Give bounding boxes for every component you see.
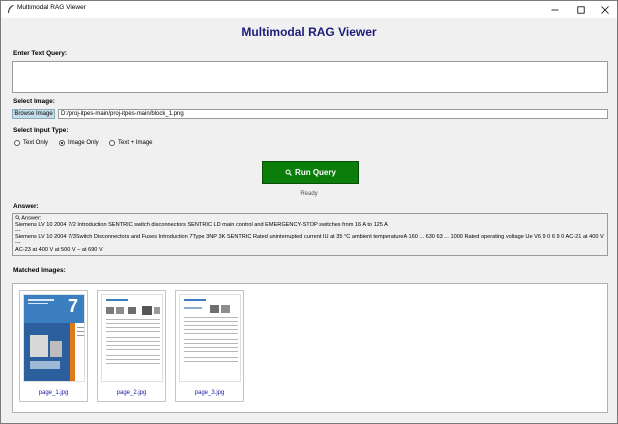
run-query-label: Run Query — [295, 168, 336, 177]
radio-circle-selected — [59, 140, 65, 146]
answer-label: Answer: — [13, 203, 39, 210]
app-window: Multimodal RAG Viewer Multimodal RAG Vie… — [0, 0, 618, 424]
feather-icon — [8, 5, 14, 13]
matched-image-2[interactable]: page_2.jpg — [97, 290, 166, 402]
image-path-input[interactable]: D:/proj-itpes-main/proj-itpes-main/block… — [58, 109, 608, 119]
radio-circle — [109, 140, 115, 146]
select-image-label: Select Image: — [13, 98, 55, 105]
page-title: Multimodal RAG Viewer — [241, 25, 377, 39]
radio-label: Text + Image — [118, 140, 153, 146]
search-icon — [285, 169, 292, 176]
page-thumbnail — [179, 294, 241, 382]
matched-images-panel: 7 page_1.jpg page_2.jpg page_3.jpg — [12, 283, 608, 413]
maximize-button[interactable] — [568, 1, 594, 18]
radio-text-image[interactable]: Text + Image — [109, 139, 153, 147]
run-query-button[interactable]: Run Query — [262, 161, 359, 184]
title-bar: Multimodal RAG Viewer — [1, 1, 617, 18]
window-title: Multimodal RAG Viewer — [17, 4, 86, 11]
page-number: 7 — [68, 296, 79, 316]
query-input[interactable] — [12, 61, 608, 93]
answer-line: Answer: — [15, 215, 605, 222]
image-caption: page_1.jpg — [38, 390, 69, 396]
answer-line: AC-23 at 400 V at 500 V – at 690 V — [15, 246, 103, 253]
radio-text-only[interactable]: Text Only — [14, 139, 48, 147]
matched-image-1[interactable]: 7 page_1.jpg — [19, 290, 88, 402]
search-icon — [15, 215, 20, 220]
image-caption: page_3.jpg — [194, 390, 225, 396]
answer-line: Siemens LV 10 2004 7/3Switch Disconnecto… — [15, 234, 604, 241]
page-thumbnail — [101, 294, 163, 382]
matched-image-3[interactable]: page_3.jpg — [175, 290, 244, 402]
radio-label: Image Only — [68, 140, 99, 146]
status-text: Ready — [300, 191, 318, 197]
minimize-icon — [551, 9, 559, 10]
browse-image-button[interactable]: Browse Image — [12, 109, 55, 119]
radio-label: Text Only — [23, 140, 49, 146]
main-content: Multimodal RAG Viewer Enter Text Query: … — [2, 18, 616, 423]
page-thumbnail: 7 — [23, 294, 85, 382]
close-button[interactable] — [592, 1, 618, 18]
input-type-label: Select Input Type: — [13, 127, 69, 134]
radio-circle — [14, 140, 20, 146]
radio-image-only[interactable]: Image Only — [59, 139, 99, 147]
minimize-button[interactable] — [542, 1, 568, 18]
query-label: Enter Text Query: — [13, 50, 68, 57]
answer-textbox[interactable]: Answer: Siemens LV 10 2004 7/2 Introduct… — [12, 213, 608, 256]
maximize-icon — [577, 5, 585, 14]
image-caption: page_2.jpg — [116, 390, 147, 396]
close-icon — [601, 5, 609, 14]
matched-images-label: Matched Images: — [13, 267, 66, 274]
